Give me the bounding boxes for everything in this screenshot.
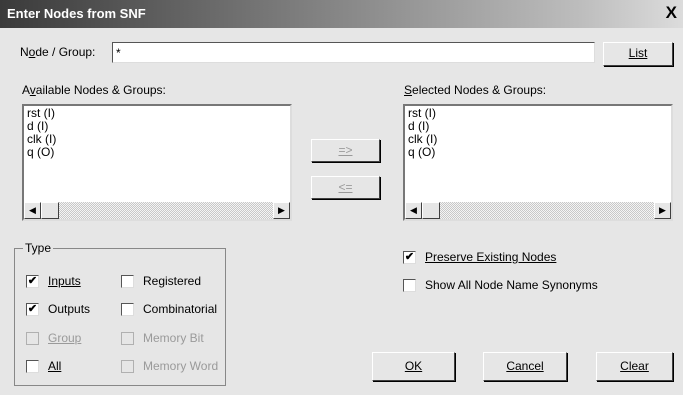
type-group-title: Type <box>23 241 54 255</box>
horizontal-scrollbar[interactable]: ◀ ▶ <box>405 202 671 219</box>
close-icon[interactable]: X <box>666 3 677 23</box>
enter-nodes-dialog: Enter Nodes from SNF X Node / Group: Lis… <box>0 0 683 395</box>
selected-nodes-label: Selected Nodes & Groups: <box>404 83 547 97</box>
scroll-left-icon[interactable]: ◀ <box>405 202 422 219</box>
check-icon: ✔ <box>26 303 39 316</box>
available-nodes-label: Available Nodes & Groups: <box>22 83 166 97</box>
add-arrow-button[interactable]: => <box>311 139 380 162</box>
check-icon: ✔ <box>403 251 416 264</box>
list-button[interactable]: List <box>603 42 673 66</box>
check-icon: ✔ <box>26 275 39 288</box>
list-item[interactable]: q (O) <box>408 146 437 159</box>
scroll-thumb[interactable] <box>422 202 440 219</box>
window-title: Enter Nodes from SNF <box>7 6 146 21</box>
cancel-button[interactable]: Cancel <box>483 352 567 381</box>
horizontal-scrollbar[interactable]: ◀ ▶ <box>24 202 290 219</box>
ok-button[interactable]: OK <box>372 352 455 381</box>
available-nodes-list[interactable]: rst (I) d (I) clk (I) q (O) ◀ ▶ <box>22 104 292 221</box>
scroll-right-icon[interactable]: ▶ <box>654 202 671 219</box>
title-bar[interactable]: Enter Nodes from SNF X <box>0 0 683 28</box>
node-group-input[interactable] <box>112 42 595 63</box>
selected-items: rst (I) d (I) clk (I) q (O) <box>408 107 437 159</box>
available-items: rst (I) d (I) clk (I) q (O) <box>27 107 56 159</box>
list-item[interactable]: q (O) <box>27 146 56 159</box>
node-group-label: Node / Group: <box>20 45 96 59</box>
clear-button[interactable]: Clear <box>596 352 673 381</box>
selected-nodes-list[interactable]: rst (I) d (I) clk (I) q (O) ◀ ▶ <box>403 104 673 221</box>
scroll-right-icon[interactable]: ▶ <box>273 202 290 219</box>
scroll-left-icon[interactable]: ◀ <box>24 202 41 219</box>
remove-arrow-button[interactable]: <= <box>311 176 380 199</box>
scroll-thumb[interactable] <box>41 202 59 219</box>
